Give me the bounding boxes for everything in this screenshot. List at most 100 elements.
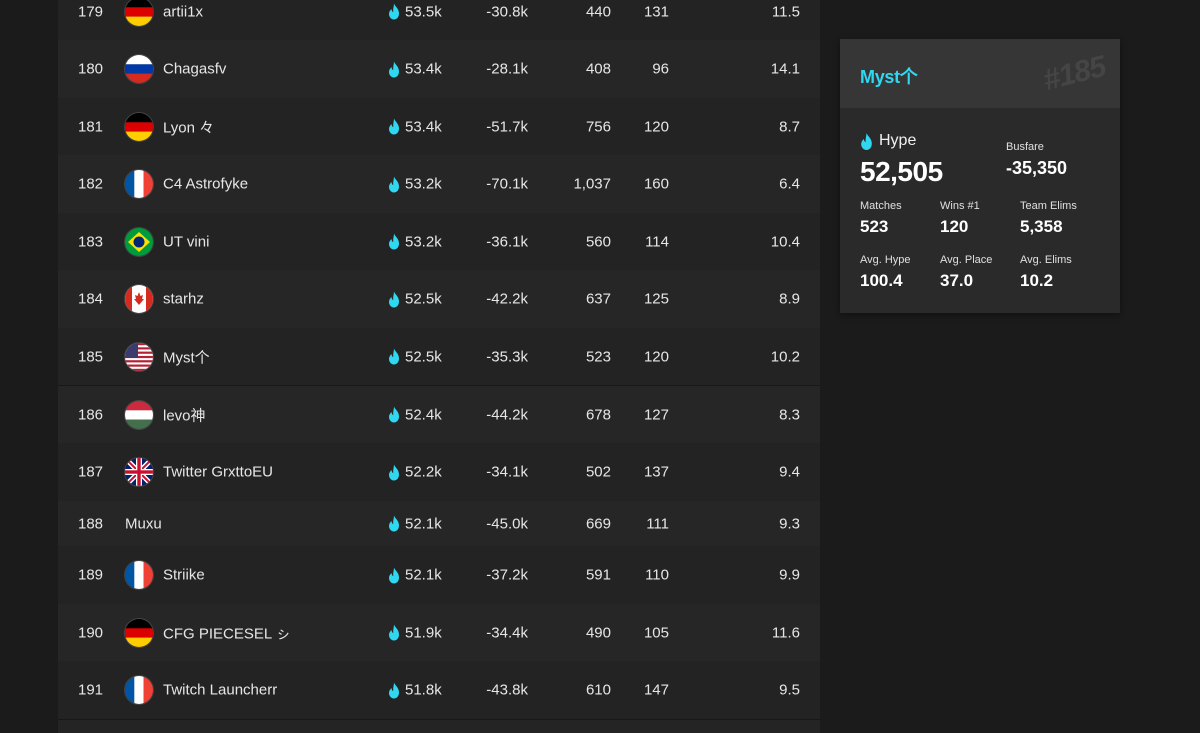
row-busfare: -28.1k [486,60,528,78]
table-row[interactable]: 180 Chagasfv 53.4k -28.1k 408 96 14.1 [58,40,820,99]
row-player-name[interactable]: Muxu [125,515,162,532]
hype-value: 52,505 [860,156,943,187]
row-average: 14.1 [770,60,800,78]
row-rank: 186 [78,406,104,423]
row-wins: 127 [643,406,669,423]
row-matches: 669 [585,515,611,532]
avg-hype-value: 100.4 [860,271,903,290]
busfare-label: Busfare [1006,141,1044,153]
table-row[interactable]: 187 Twitter GrxttoEU 52.2k -34.1k 502 137 9.4 [58,443,820,502]
row-player-name[interactable]: Striike [163,567,205,584]
row-hype: 52.1k [388,567,442,584]
table-row[interactable]: 183 UT vini 53.2k -36.1k 560 114 10.4 [58,213,820,271]
row-busfare: -51.7k [486,118,528,135]
country-flag-icon [125,561,153,589]
matches-value: 523 [860,217,889,236]
row-average: 8.3 [779,406,800,423]
row-hype: 53.2k [388,176,442,193]
row-rank: 181 [78,118,104,135]
card-player-name[interactable]: Myst个 [860,63,918,89]
row-hype: 52.5k [388,291,442,308]
card-header: Myst个 #185 [840,39,1120,108]
row-player-name[interactable]: C4 Astrofyke [163,176,248,193]
row-busfare: -34.4k [486,624,528,641]
row-player-name[interactable]: CFG PIECESEL ㇱ [163,622,291,643]
busfare-value: -35,350 [1006,158,1068,178]
row-busfare: -45.0k [486,515,528,532]
row-hype-value: 53.2k [405,233,442,250]
row-average: 9.3 [779,515,800,532]
row-busfare: -44.2k [486,406,528,423]
matches-label: Matches [860,200,902,212]
row-rank: 180 [78,60,104,78]
row-busfare: -36.1k [486,233,528,250]
row-player-name[interactable]: UT vini [163,233,209,250]
row-hype-value: 52.4k [405,406,442,423]
country-flag-icon [125,458,153,486]
row-rank: 187 [78,463,104,481]
country-flag-icon [125,0,153,26]
flame-icon [389,406,399,423]
table-row[interactable]: 181 Lyon 々 53.4k -51.7k 756 120 8.7 [58,98,820,156]
row-matches: 1,037 [573,175,611,193]
row-hype: 51.9k [388,624,442,641]
table-row[interactable]: 191 Twitch Launcherr 51.8k -43.8k 610 147 9.5 [58,661,820,720]
row-matches: 637 [585,290,611,308]
row-average: 11.5 [771,3,800,20]
table-row[interactable]: 188 Muxu 52.1k -45.0k 669 111 9.3 [58,501,820,547]
row-player-name[interactable]: artii1x [163,3,203,20]
row-player-name[interactable]: Myst个 [163,346,210,367]
row-wins: 147 [643,681,669,699]
row-average: 8.9 [779,290,800,308]
row-wins: 120 [643,118,669,135]
row-player-name[interactable]: starhz [163,291,204,308]
row-matches: 756 [585,118,611,135]
row-player-name[interactable]: Twitter GrxttoEU [163,464,273,481]
flame-icon [389,682,399,698]
flame-icon [389,464,399,480]
table-row[interactable]: 184 starhz 52.5k -42.2k 637 125 8.9 [58,270,820,329]
flame-icon [389,233,399,250]
row-hype-value: 53.4k [405,60,442,78]
row-matches: 678 [585,406,611,423]
row-rank: 185 [78,348,104,365]
row-rank: 184 [78,290,104,308]
row-player-name[interactable]: Twitch Launcherr [163,682,277,699]
row-hype: 53.4k [388,118,442,135]
row-hype: 51.8k [388,682,442,699]
row-player-name[interactable]: Lyon 々 [163,116,214,137]
table-row[interactable]: 179 artii1x 53.5k -30.8k 440 131 11.5 [58,0,820,41]
row-rank: 191 [78,681,104,699]
player-summary-card: Myst个 #185 Hype 52,505 Busfare -35,350 M… [840,39,1120,313]
row-player-name[interactable]: Chagasfv [163,61,226,78]
avg-place-value: 37.0 [940,271,974,290]
row-busfare: -70.1k [486,175,528,193]
table-row[interactable]: 186 levo神 52.4k -44.2k 678 127 8.3 [58,386,820,444]
row-wins: 111 [646,515,669,532]
country-flag-icon [125,618,153,647]
table-row[interactable]: 189 Striike 52.1k -37.2k 591 110 9.9 [58,546,820,605]
table-row[interactable]: 185 Myst个 52.5k -35.3k 523 120 10.2 [58,328,820,386]
row-wins: 120 [643,348,669,365]
avg-elims-label: Avg. Elims [1020,254,1072,266]
row-matches: 502 [585,463,611,481]
row-hype: 52.5k [388,348,442,365]
flame-icon [389,176,399,192]
country-flag-icon [125,170,153,198]
row-matches: 610 [585,681,611,699]
avg-elims-value: 10.2 [1020,271,1054,290]
row-matches: 591 [585,566,611,584]
row-average: 9.5 [779,681,800,699]
row-matches: 560 [585,233,611,250]
country-flag-icon [125,400,153,429]
table-row[interactable]: 190 CFG PIECESEL ㇱ 51.9k -34.4k 490 105 11.6 [58,604,820,662]
row-matches: 490 [585,624,611,641]
row-hype-value: 52.1k [405,515,442,532]
row-player-name[interactable]: levo神 [163,404,206,425]
row-hype-value: 53.5k [405,3,442,20]
row-hype: 52.2k [388,464,442,481]
row-busfare: -35.3k [486,348,528,365]
table-row[interactable]: 182 C4 Astrofyke 53.2k -70.1k 1,037 160 6.4 [58,155,820,214]
hype-label: Hype [860,132,916,150]
row-hype: 53.5k [388,3,442,20]
